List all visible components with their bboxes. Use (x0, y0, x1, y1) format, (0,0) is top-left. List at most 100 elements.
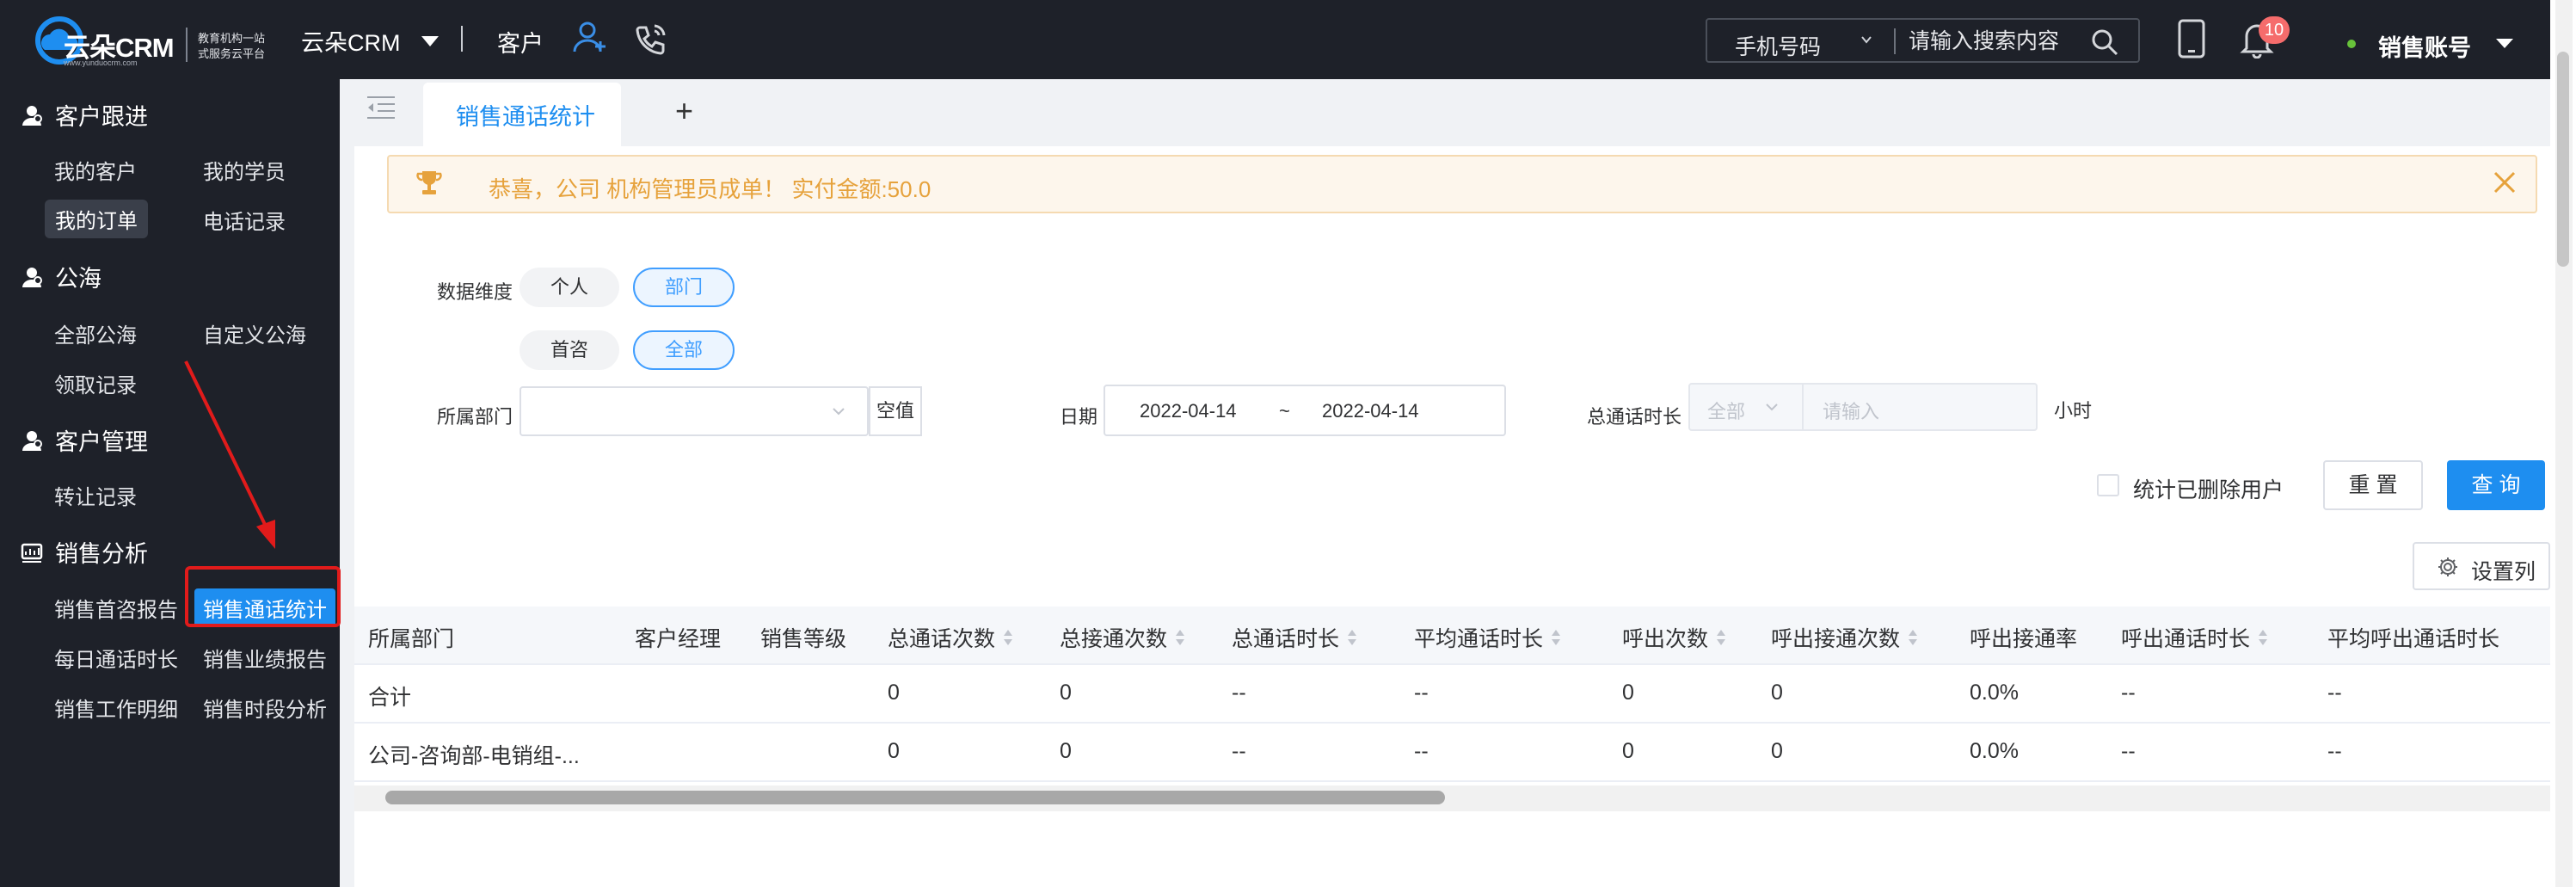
close-icon[interactable] (2491, 169, 2518, 196)
search-type-select[interactable]: 手机号码 (1735, 30, 1821, 61)
sidebar-item-work-details[interactable]: 销售工作明细 (54, 693, 178, 723)
deleted-users-checkbox[interactable] (2097, 474, 2119, 496)
trophy-icon (416, 171, 442, 194)
scope-option-all[interactable]: 全部 (633, 330, 735, 370)
duration-input[interactable]: 请输入 (1802, 383, 2038, 431)
col-outbound-connected[interactable]: 呼出接通次数 (1771, 622, 1919, 653)
col-outbound-calls[interactable]: 呼出次数 (1622, 622, 1727, 653)
sort-icon[interactable] (1002, 627, 1014, 648)
header-label: 客户经理 (635, 627, 722, 651)
mobile-icon[interactable] (2176, 19, 2207, 59)
col-total-connected[interactable]: 总接通次数 (1060, 622, 1186, 653)
duration-unit: 小时 (2054, 400, 2093, 422)
table-cell: -- (2121, 739, 2136, 763)
table-cell: 0 (1622, 739, 1634, 763)
date-end[interactable]: 2022-04-14 (1322, 400, 1419, 422)
search-icon[interactable] (2091, 28, 2118, 56)
query-button[interactable]: 查 询 (2447, 460, 2545, 510)
sort-icon[interactable] (1346, 627, 1358, 648)
add-tab-button[interactable]: + (675, 93, 693, 129)
reset-button[interactable]: 重 置 (2323, 460, 2423, 510)
annotation-highlight-box (185, 566, 341, 627)
column-settings-button[interactable]: 设置列 (2413, 542, 2550, 590)
sidebar-group-customer-mgmt[interactable]: 客户管理 (21, 423, 148, 457)
sort-icon[interactable] (1715, 627, 1727, 648)
sidebar-item-daily-call-duration[interactable]: 每日通话时长 (54, 643, 178, 673)
scrollbar-thumb[interactable] (385, 791, 1445, 804)
sidebar-item-transfer-records[interactable]: 转让记录 (54, 480, 137, 510)
sidebar-item-my-students[interactable]: 我的学员 (203, 155, 286, 185)
sidebar-item-all-public[interactable]: 全部公海 (54, 318, 137, 348)
sidebar-item-custom-public[interactable]: 自定义公海 (203, 318, 306, 348)
sidebar-item-claim-records[interactable]: 领取记录 (54, 368, 137, 398)
date-range-picker[interactable]: 2022-04-14 ~ 2022-04-14 (1104, 385, 1506, 436)
sidebar-item-first-consult-report[interactable]: 销售首咨报告 (54, 593, 178, 623)
sidebar-group-sales-analysis[interactable]: 销售分析 (21, 535, 148, 569)
success-notice: 恭喜，公司 机构管理员成单！ 实付金额:50.0 (387, 155, 2537, 213)
header-label: 平均通话时长 (1414, 627, 1544, 651)
sidebar-group-follow-up[interactable]: 客户跟进 (21, 98, 148, 132)
dimension-label: 数据维度 (437, 281, 513, 303)
logo-divider (186, 28, 188, 62)
table-cell: 公司-咨询部-电销组-... (368, 744, 580, 768)
logo[interactable]: 云朵CRM www.yunduocrm.com 教育机构一站式服务云平台 (31, 12, 265, 69)
duration-label: 总通话时长 (1587, 406, 1682, 428)
table-cell: 0 (1060, 681, 1072, 705)
user-group-icon (22, 105, 42, 126)
table-row[interactable]: 公司-咨询部-电销组-... 0 0 -- -- 0 0 0.0% -- -- (354, 724, 2550, 782)
sidebar-group-label: 销售分析 (55, 541, 148, 567)
table-horizontal-scrollbar[interactable] (354, 785, 2550, 811)
account-name[interactable]: 销售账号 (2378, 29, 2471, 63)
sort-icon[interactable] (1550, 627, 1562, 648)
scrollbar-thumb[interactable] (2557, 52, 2569, 267)
dimension-option-department[interactable]: 部门 (633, 268, 735, 307)
sidebar-item-my-orders[interactable]: 我的订单 (45, 200, 148, 238)
col-total-calls[interactable]: 总通话次数 (888, 622, 1014, 653)
search-box: 手机号码 (1706, 18, 2140, 63)
dimension-option-personal[interactable]: 个人 (520, 268, 619, 307)
sidebar-item-my-customers[interactable]: 我的客户 (54, 155, 137, 185)
col-outbound-duration[interactable]: 呼出通话时长 (2121, 622, 2269, 653)
sidebar-item-time-slot-analysis[interactable]: 销售时段分析 (203, 693, 327, 723)
empty-value-button[interactable]: 空值 (869, 386, 922, 436)
department-select[interactable] (520, 386, 869, 436)
app-switcher[interactable]: 云朵CRM (301, 24, 439, 58)
sort-icon[interactable] (1907, 627, 1919, 648)
scope-option-first-consult[interactable]: 首咨 (520, 330, 619, 370)
phone-call-icon[interactable] (631, 21, 669, 59)
col-department: 所属部门 (368, 622, 454, 653)
sidebar-item-call-records[interactable]: 电话记录 (203, 205, 286, 235)
col-outbound-rate: 呼出接通率 (1970, 622, 2077, 653)
table-cell: 合计 (368, 686, 412, 710)
add-user-icon[interactable] (571, 19, 609, 57)
deleted-users-label[interactable]: 统计已删除用户 (2133, 473, 2284, 504)
col-total-duration[interactable]: 总通话时长 (1232, 622, 1358, 653)
search-input[interactable] (1907, 25, 2091, 58)
header-label: 总通话次数 (888, 627, 996, 651)
customer-nav-link[interactable]: 客户 (497, 25, 544, 59)
sidebar-group-public-pool[interactable]: 公海 (21, 260, 101, 293)
tab-label: 销售通话统计 (456, 104, 595, 130)
collapse-sidebar-icon[interactable] (366, 95, 397, 120)
col-avg-duration[interactable]: 平均通话时长 (1414, 622, 1562, 653)
top-bar: 云朵CRM www.yunduocrm.com 教育机构一站式服务云平台 云朵C… (0, 0, 2550, 79)
chevron-down-icon[interactable] (1860, 34, 1872, 46)
header-label: 总通话时长 (1232, 627, 1340, 651)
duration-placeholder: 请输入 (1823, 401, 1880, 422)
duration-operator-select[interactable]: 全部 (1688, 383, 1804, 431)
caret-down-icon[interactable] (2496, 39, 2513, 48)
page-scrollbar[interactable] (2550, 0, 2576, 887)
table-cell: 0 (1771, 681, 1783, 705)
col-avg-outbound-duration: 平均呼出通话时长 (2327, 622, 2499, 653)
tab-sales-call-stats[interactable]: 销售通话统计 (423, 83, 621, 146)
header-label: 呼出接通率 (1970, 627, 2078, 651)
table-row[interactable]: 合计 0 0 -- -- 0 0 0.0% -- -- (354, 665, 2550, 724)
table-cell: -- (1414, 681, 1429, 705)
sort-icon[interactable] (2257, 627, 2269, 648)
sidebar-item-performance-report[interactable]: 销售业绩报告 (203, 643, 327, 673)
chevron-down-icon (1766, 403, 1778, 411)
date-start[interactable]: 2022-04-14 (1140, 400, 1237, 422)
column-settings-label: 设置列 (2471, 560, 2536, 584)
col-sales-level: 销售等级 (760, 622, 846, 653)
sort-icon[interactable] (1174, 627, 1186, 648)
